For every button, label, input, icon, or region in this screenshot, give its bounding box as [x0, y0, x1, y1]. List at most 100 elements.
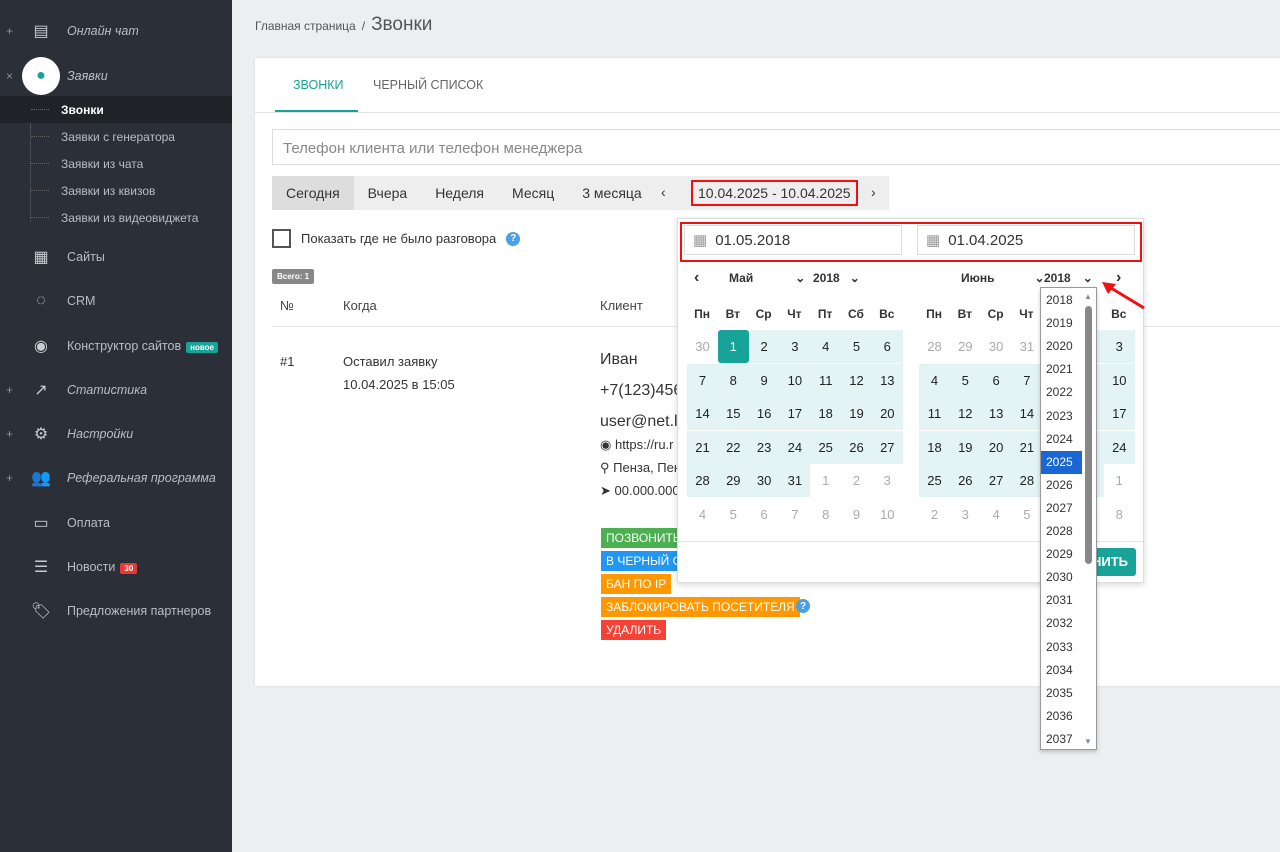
delete-button[interactable]: УДАЛИТЬ	[601, 620, 667, 640]
left-calendar-day[interactable]: 24	[779, 430, 811, 464]
tab-calls[interactable]: ЗВОНКИ	[275, 78, 358, 112]
left-calendar-day[interactable]: 11	[810, 363, 842, 397]
next-range-button[interactable]: ›	[871, 184, 876, 200]
sidebar-item-settings[interactable]: + ⚙ Настройки	[0, 414, 232, 454]
end-date-input[interactable]: ▦ 01.04.2025	[917, 225, 1135, 255]
sidebar-item-sites[interactable]: ▦ Сайты	[0, 237, 232, 277]
left-calendar-day[interactable]: 28	[687, 464, 718, 497]
right-calendar-day[interactable]: 28	[919, 330, 950, 363]
right-calendar-day[interactable]: 31	[1011, 330, 1042, 363]
sidebar-item-news[interactable]: ☰ Новости 30	[0, 547, 232, 587]
left-calendar-day[interactable]: 31	[779, 464, 811, 497]
block-visitor-button[interactable]: ЗАБЛОКИРОВАТЬ ПОСЕТИТЕЛЯ	[601, 597, 800, 617]
blacklist-button[interactable]: В ЧЕРНЫЙ С	[601, 551, 687, 571]
right-calendar-day[interactable]: 3	[1103, 330, 1135, 363]
right-calendar-day[interactable]: 14	[1011, 397, 1043, 430]
left-month-select[interactable]: Май ⌄	[729, 271, 805, 285]
sidebar-item-referral[interactable]: + 👥 Реферальная программа	[0, 458, 232, 498]
year-option[interactable]: 2025	[1041, 450, 1082, 474]
period-month[interactable]: Месяц	[498, 176, 568, 210]
sidebar-item-online-chat[interactable]: + ▤ Онлайн чат	[0, 11, 232, 51]
search-input[interactable]: Телефон клиента или телефон менеджера	[272, 129, 1280, 165]
left-calendar-day[interactable]: 12	[841, 363, 872, 397]
right-calendar-day[interactable]: 1	[1104, 464, 1135, 497]
left-calendar-day[interactable]: 18	[810, 397, 842, 430]
left-calendar-day[interactable]: 10	[779, 363, 811, 397]
collapse-icon[interactable]: ×	[6, 69, 13, 83]
right-calendar-day[interactable]: 28	[1011, 464, 1043, 497]
right-calendar-day[interactable]: 17	[1103, 397, 1135, 430]
scroll-up-icon[interactable]: ▲	[1084, 292, 1092, 301]
right-month-select[interactable]: Июнь ⌄	[961, 271, 1045, 285]
right-calendar-day[interactable]: 20	[980, 430, 1012, 464]
right-calendar-day[interactable]: 5	[1011, 498, 1042, 531]
year-option[interactable]: 2037	[1041, 728, 1082, 749]
ban-ip-button[interactable]: БАН ПО IP	[601, 574, 672, 594]
scrollbar[interactable]	[1085, 306, 1092, 564]
left-calendar-day[interactable]: 2	[748, 330, 780, 363]
right-calendar-day[interactable]: 5	[949, 363, 981, 397]
sidebar-item-crm[interactable]: ◌ CRM	[0, 281, 232, 321]
left-calendar-day[interactable]: 19	[841, 397, 872, 430]
right-calendar-day[interactable]: 29	[950, 330, 981, 363]
year-option[interactable]: 2036	[1041, 705, 1082, 728]
left-calendar-day[interactable]: 3	[872, 464, 903, 497]
prev-range-button[interactable]: ‹	[661, 184, 666, 200]
left-calendar-day[interactable]: 2	[841, 464, 872, 497]
year-option[interactable]: 2018	[1041, 289, 1082, 312]
left-calendar-day[interactable]: 1	[810, 464, 841, 497]
year-option[interactable]: 2028	[1041, 520, 1082, 543]
date-range-input[interactable]: 10.04.2025 - 10.04.2025	[691, 180, 858, 206]
year-option[interactable]: 2023	[1041, 405, 1082, 428]
left-calendar-day[interactable]: 20	[871, 397, 903, 430]
sidebar-item-payment[interactable]: ▭ Оплата	[0, 503, 232, 543]
year-option[interactable]: 2022	[1041, 381, 1082, 404]
left-calendar-day[interactable]: 27	[871, 430, 903, 464]
call-button[interactable]: ПОЗВОНИТЬ	[601, 528, 686, 548]
left-calendar-day[interactable]: 7	[687, 363, 718, 397]
sidebar-subitem-chat[interactable]: Заявки из чата	[0, 150, 232, 177]
right-calendar-day[interactable]: 24	[1103, 430, 1135, 464]
prev-month-button[interactable]: ‹	[694, 269, 699, 287]
right-calendar-day[interactable]: 27	[980, 464, 1012, 497]
period-yesterday[interactable]: Вчера	[354, 176, 422, 210]
left-calendar-day[interactable]: 29	[717, 464, 749, 497]
right-calendar-day[interactable]: 2	[919, 498, 950, 531]
left-calendar-day[interactable]: 16	[748, 397, 780, 430]
left-calendar-day[interactable]: 17	[779, 397, 811, 430]
help-icon[interactable]: ?	[506, 231, 521, 246]
right-calendar-day[interactable]: 11	[919, 397, 950, 430]
year-option[interactable]: 2020	[1041, 335, 1082, 358]
left-calendar-day[interactable]: 30	[748, 464, 780, 497]
year-option[interactable]: 2035	[1041, 682, 1082, 705]
checkbox[interactable]	[272, 229, 291, 248]
year-option[interactable]: 2019	[1041, 312, 1082, 335]
left-calendar-day[interactable]: 1	[717, 330, 749, 363]
right-calendar-day[interactable]: 25	[919, 464, 950, 497]
left-calendar-day[interactable]: 14	[687, 397, 718, 430]
right-calendar-day[interactable]: 4	[981, 498, 1012, 531]
year-option[interactable]: 2031	[1041, 589, 1082, 612]
year-option[interactable]: 2033	[1041, 636, 1082, 659]
year-option[interactable]: 2024	[1041, 428, 1082, 451]
breadcrumb-home[interactable]: Главная страница	[255, 19, 356, 33]
period-today[interactable]: Сегодня	[272, 176, 354, 210]
year-option[interactable]: 2030	[1041, 566, 1082, 589]
right-calendar-day[interactable]: 4	[919, 363, 950, 397]
start-date-input[interactable]: ▦ 01.05.2018	[684, 225, 902, 255]
period-3months[interactable]: 3 месяца	[568, 176, 655, 210]
left-year-select[interactable]: 2018 ⌄	[813, 271, 860, 285]
year-option[interactable]: 2026	[1041, 474, 1082, 497]
left-calendar-day[interactable]: 13	[871, 363, 903, 397]
right-calendar-day[interactable]: 12	[949, 397, 981, 430]
no-talk-filter[interactable]: Показать где не было разговора?	[272, 229, 521, 248]
left-calendar-day[interactable]: 9	[841, 498, 872, 531]
right-calendar-day[interactable]: 30	[981, 330, 1012, 363]
right-calendar-day[interactable]: 26	[949, 464, 981, 497]
right-calendar-day[interactable]: 18	[919, 430, 950, 464]
left-calendar-day[interactable]: 5	[718, 498, 749, 531]
left-calendar-day[interactable]: 6	[871, 330, 903, 363]
left-calendar-day[interactable]: 25	[810, 430, 842, 464]
left-calendar-day[interactable]: 30	[687, 330, 718, 363]
left-calendar-day[interactable]: 15	[717, 397, 749, 430]
